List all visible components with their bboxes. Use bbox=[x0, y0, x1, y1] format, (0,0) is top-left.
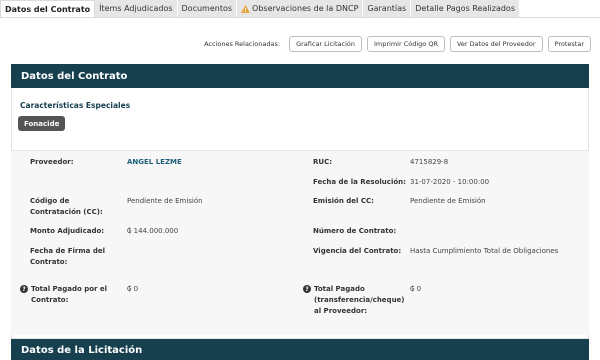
vigencia-value: Hasta Cumplimiento Total de Obligaciones bbox=[410, 247, 559, 255]
monto-adjudicado-value: ₲ 144.000.000 bbox=[127, 227, 179, 235]
numero-contrato-label: Número de Contrato: bbox=[313, 227, 397, 235]
help-icon[interactable]: ? bbox=[303, 285, 311, 293]
tab-datos-del-contrato[interactable]: Datos del Contrato bbox=[0, 0, 96, 17]
emision-cc-value: Pendiente de Emisión bbox=[410, 197, 486, 205]
tab-garantias[interactable]: Garantías bbox=[363, 0, 412, 17]
tab-divider bbox=[0, 17, 600, 18]
ver-proveedor-button[interactable]: Ver Datos del Proveedor bbox=[449, 36, 543, 52]
imprimir-qr-button[interactable]: Imprimir Código QR bbox=[366, 36, 445, 52]
tab-detalle-pagos[interactable]: Detalle Pagos Realizados bbox=[411, 0, 520, 17]
graficar-licitacion-button[interactable]: Graficar Licitación bbox=[289, 36, 362, 52]
help-icon[interactable]: ? bbox=[20, 285, 28, 293]
special-characteristics-title: Características Especiales bbox=[20, 101, 131, 110]
fecha-resolucion-label: Fecha de la Resolución: bbox=[313, 178, 406, 186]
tab-label: Observaciones de la DNCP bbox=[252, 4, 359, 13]
fecha-resolucion-value: 31-07-2020 - 10:00:00 bbox=[410, 178, 490, 186]
codigo-contratacion-value: Pendiente de Emisión bbox=[127, 197, 203, 205]
tab-label: Documentos bbox=[181, 4, 233, 13]
section-header-datos-contrato: Datos del Contrato bbox=[11, 64, 589, 88]
total-pagado-proveedor-label: Total Pagado (transferencia/cheque) al P… bbox=[314, 285, 405, 315]
monto-adjudicado-label: Monto Adjudicado: bbox=[30, 227, 105, 235]
vigencia-label: Vigencia del Contrato: bbox=[313, 247, 402, 255]
tab-observaciones-dncp[interactable]: Observaciones de la DNCP bbox=[237, 0, 364, 17]
tab-label: Ítems Adjudicados bbox=[99, 4, 173, 13]
emision-cc-label: Emisión del CC: bbox=[313, 197, 374, 205]
total-pagado-proveedor-value: ₲ 0 bbox=[410, 285, 422, 293]
section-title: Datos de la Licitación bbox=[21, 344, 143, 356]
tab-bar: Datos del Contrato Ítems Adjudicados Doc… bbox=[0, 0, 600, 17]
proveedor-link[interactable]: ANGEL LEZME bbox=[127, 157, 182, 168]
tab-label: Datos del Contrato bbox=[5, 4, 91, 14]
section-title: Datos del Contrato bbox=[21, 70, 128, 82]
protestar-button[interactable]: Protestar bbox=[547, 36, 591, 52]
ruc-value: 4715829-8 bbox=[410, 158, 449, 166]
section-header-datos-licitacion: Datos de la Licitación bbox=[11, 339, 589, 360]
tab-label: Garantías bbox=[367, 4, 407, 13]
fonacide-badge: Fonacide bbox=[18, 116, 66, 131]
contract-details bbox=[11, 150, 589, 335]
proveedor-label: Proveedor: bbox=[30, 158, 74, 166]
related-actions-label: Acciones Relacionadas: bbox=[204, 40, 281, 48]
related-actions: Acciones Relacionadas: Graficar Licitaci… bbox=[204, 36, 591, 52]
codigo-contratacion-label: Código de Contratación (CC): bbox=[30, 197, 103, 216]
tab-label: Detalle Pagos Realizados bbox=[415, 4, 515, 13]
ruc-label: RUC: bbox=[313, 158, 333, 166]
total-pagado-value: ₲ 0 bbox=[127, 285, 139, 293]
tab-items-adjudicados[interactable]: Ítems Adjudicados bbox=[95, 0, 178, 17]
total-pagado-label: Total Pagado por el Contrato: bbox=[31, 285, 108, 304]
warning-icon bbox=[241, 4, 250, 13]
tab-documentos[interactable]: Documentos bbox=[177, 0, 238, 17]
fecha-firma-label: Fecha de Firma del Contrato: bbox=[30, 247, 105, 266]
